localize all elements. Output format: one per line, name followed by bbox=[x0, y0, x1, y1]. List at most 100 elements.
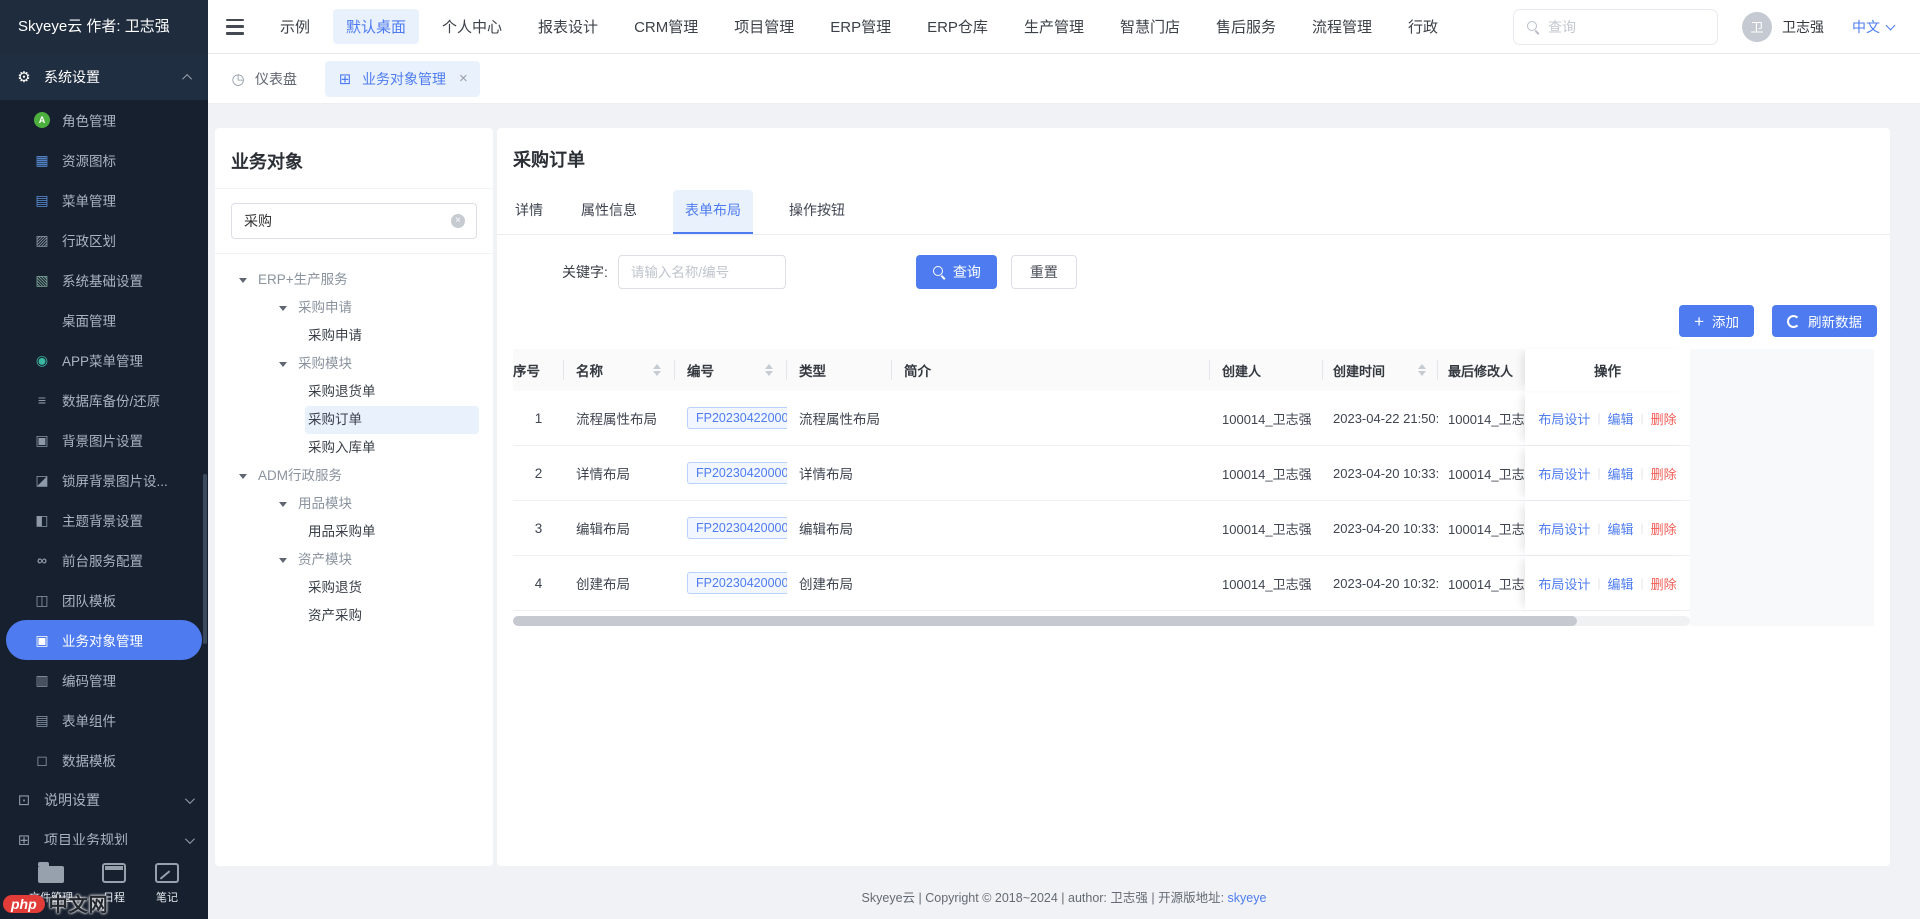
edit-link[interactable]: 编辑 bbox=[1607, 519, 1633, 538]
nav-item[interactable]: 报表设计 bbox=[525, 9, 611, 44]
tree-node[interactable]: 采购退货单 bbox=[215, 378, 485, 406]
horizontal-scrollbar[interactable] bbox=[513, 616, 1690, 626]
edit-link[interactable]: 编辑 bbox=[1607, 574, 1633, 593]
tab-form-layout[interactable]: 表单布局 bbox=[673, 190, 753, 234]
table-row[interactable]: 4 创建布局 FP2023042000001 创建布局 100014_卫志强 2… bbox=[513, 556, 1690, 611]
tree-node-selected[interactable]: 采购订单 bbox=[215, 406, 485, 434]
sidebar-item[interactable]: 背景图片设置 bbox=[0, 420, 208, 460]
sidebar-group-system-settings[interactable]: 系统设置 bbox=[0, 54, 208, 100]
global-search-input[interactable] bbox=[1548, 19, 1688, 35]
delete-link[interactable]: 删除 bbox=[1651, 519, 1677, 538]
tree-node[interactable]: 用品采购单 bbox=[215, 518, 485, 546]
nav-item[interactable]: 个人中心 bbox=[429, 9, 515, 44]
nav-item[interactable]: ERP仓库 bbox=[914, 9, 1001, 44]
edit-link[interactable]: 编辑 bbox=[1607, 409, 1633, 428]
col-header-created[interactable]: 创建时间 bbox=[1323, 349, 1438, 391]
sort-icon[interactable] bbox=[653, 364, 661, 376]
tree-node[interactable]: 采购退货 bbox=[215, 574, 485, 602]
nav-item[interactable]: 流程管理 bbox=[1299, 9, 1385, 44]
delete-link[interactable]: 删除 bbox=[1651, 574, 1677, 593]
tree-expand-icon[interactable] bbox=[239, 278, 247, 283]
nav-item[interactable]: CRM管理 bbox=[621, 9, 711, 44]
tree-expand-icon[interactable] bbox=[239, 474, 247, 479]
keyword-input[interactable] bbox=[618, 255, 786, 289]
scrollbar-thumb[interactable] bbox=[513, 616, 1577, 626]
tab-dashboard[interactable]: 仪表盘 bbox=[230, 69, 297, 89]
tree-node[interactable]: 用品模块 bbox=[215, 490, 485, 518]
tree-expand-icon[interactable] bbox=[279, 306, 287, 311]
layout-design-link[interactable]: 布局设计 bbox=[1538, 409, 1590, 428]
sidebar-item[interactable]: 行政区划 bbox=[0, 220, 208, 260]
tab-action-buttons[interactable]: 操作按钮 bbox=[787, 190, 847, 234]
sidebar-item[interactable]: 主题背景设置 bbox=[0, 500, 208, 540]
footer-link[interactable]: skyeye bbox=[1228, 891, 1267, 905]
avatar[interactable]: 卫 bbox=[1742, 12, 1772, 42]
add-button[interactable]: 添加 bbox=[1679, 305, 1754, 337]
nav-item[interactable]: 智慧门店 bbox=[1107, 9, 1193, 44]
sidebar-collapse-icon[interactable] bbox=[226, 19, 246, 35]
col-header-code[interactable]: 编号 bbox=[675, 349, 787, 391]
edit-link[interactable]: 编辑 bbox=[1607, 464, 1633, 483]
sidebar-item[interactable]: 数据模板 bbox=[0, 740, 208, 780]
tree-expand-icon[interactable] bbox=[279, 362, 287, 367]
layout-design-link[interactable]: 布局设计 bbox=[1538, 574, 1590, 593]
sidebar-item[interactable]: 锁屏背景图片设... bbox=[0, 460, 208, 500]
nav-item[interactable]: 售后服务 bbox=[1203, 9, 1289, 44]
sidebar-item[interactable]: 编码管理 bbox=[0, 660, 208, 700]
tab-attributes[interactable]: 属性信息 bbox=[579, 190, 639, 234]
tree-node[interactable]: 资产模块 bbox=[215, 546, 485, 574]
sidebar-item[interactable]: 团队模板 bbox=[0, 580, 208, 620]
tab-business-object-management[interactable]: 业务对象管理 bbox=[325, 61, 480, 97]
global-search[interactable] bbox=[1513, 9, 1718, 45]
tree-node[interactable]: ERP+生产服务 bbox=[215, 266, 485, 294]
layout-design-link[interactable]: 布局设计 bbox=[1538, 464, 1590, 483]
sidebar-item[interactable]: APP菜单管理 bbox=[0, 340, 208, 380]
layout-design-link[interactable]: 布局设计 bbox=[1538, 519, 1590, 538]
nav-item[interactable]: 生产管理 bbox=[1011, 9, 1097, 44]
tree-node[interactable]: 采购申请 bbox=[215, 294, 485, 322]
delete-link[interactable]: 删除 bbox=[1651, 464, 1677, 483]
sidebar-item[interactable]: 前台服务配置 bbox=[0, 540, 208, 580]
tree-node[interactable]: 采购模块 bbox=[215, 350, 485, 378]
nav-item[interactable]: 示例 bbox=[267, 9, 323, 44]
col-header-name[interactable]: 名称 bbox=[564, 349, 675, 391]
sidebar-item[interactable]: 桌面管理 bbox=[0, 300, 208, 340]
nav-item[interactable]: ERP管理 bbox=[817, 9, 904, 44]
tree-expand-icon[interactable] bbox=[279, 502, 287, 507]
sidebar-group-description[interactable]: 说明设置 bbox=[0, 780, 208, 820]
sidebar-item[interactable]: 系统基础设置 bbox=[0, 260, 208, 300]
sidebar-item-business-objects[interactable]: 业务对象管理 bbox=[6, 620, 202, 660]
dock-item-notes[interactable]: 笔记 bbox=[155, 859, 179, 905]
table-row[interactable]: 3 编辑布局 FP2023042000002 编辑布局 100014_卫志强 2… bbox=[513, 501, 1690, 556]
sidebar-item[interactable]: 数据库备份/还原 bbox=[0, 380, 208, 420]
sort-icon[interactable] bbox=[1418, 364, 1426, 376]
sidebar-item[interactable]: 资源图标 bbox=[0, 140, 208, 180]
reset-button[interactable]: 重置 bbox=[1011, 255, 1077, 289]
tab-details[interactable]: 详情 bbox=[513, 190, 545, 234]
language-switcher[interactable]: 中文 bbox=[1852, 17, 1894, 37]
tree-node[interactable]: ADM行政服务 bbox=[215, 462, 485, 490]
close-icon[interactable] bbox=[459, 71, 468, 86]
nav-item[interactable]: 项目管理 bbox=[721, 9, 807, 44]
clear-icon[interactable] bbox=[451, 214, 465, 228]
nav-item[interactable]: 行政 bbox=[1395, 9, 1451, 44]
sort-icon[interactable] bbox=[765, 364, 773, 376]
android-icon bbox=[34, 352, 50, 368]
delete-link[interactable]: 删除 bbox=[1651, 409, 1677, 428]
table-row[interactable]: 2 详情布局 FP2023042000003 详情布局 100014_卫志强 2… bbox=[513, 446, 1690, 501]
tree-node[interactable]: 采购入库单 bbox=[215, 434, 485, 462]
sidebar-item[interactable]: 菜单管理 bbox=[0, 180, 208, 220]
tree-expand-icon[interactable] bbox=[279, 558, 287, 563]
tree-node[interactable]: 采购申请 bbox=[215, 322, 485, 350]
refresh-button[interactable]: 刷新数据 bbox=[1772, 305, 1877, 337]
sidebar-group-project-plan[interactable]: 项目业务规划 bbox=[0, 820, 208, 845]
tree-search-input[interactable] bbox=[231, 203, 477, 239]
sidebar-scrollbar[interactable] bbox=[203, 474, 207, 644]
sidebar-item[interactable]: 角色管理 bbox=[0, 100, 208, 140]
table-row[interactable]: 1 流程属性布局 FP2023042200001 流程属性布局 100014_卫… bbox=[513, 391, 1690, 446]
query-button[interactable]: 查询 bbox=[916, 255, 997, 289]
nav-item[interactable]: 默认桌面 bbox=[333, 9, 419, 44]
username[interactable]: 卫志强 bbox=[1782, 17, 1824, 37]
sidebar-item[interactable]: 表单组件 bbox=[0, 700, 208, 740]
tree-node[interactable]: 资产采购 bbox=[215, 602, 485, 630]
